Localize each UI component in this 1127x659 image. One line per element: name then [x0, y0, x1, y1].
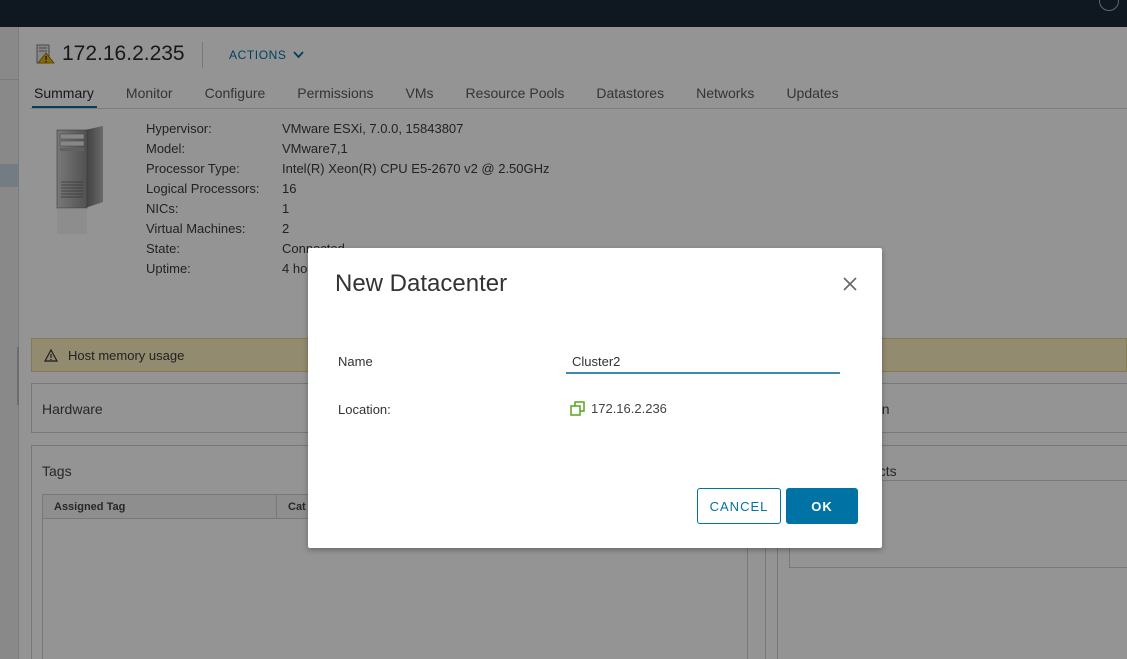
datacenter-location-icon: [570, 401, 585, 416]
location-text: 172.16.2.236: [591, 401, 667, 416]
close-icon[interactable]: [841, 275, 859, 293]
cancel-button[interactable]: CANCEL: [697, 488, 781, 524]
new-datacenter-dialog: New Datacenter Name Location: 172.16.2.2…: [308, 248, 882, 548]
location-label: Location:: [338, 402, 391, 417]
location-value: 172.16.2.236: [570, 401, 667, 416]
dialog-title: New Datacenter: [335, 270, 508, 297]
name-label: Name: [338, 354, 373, 369]
name-input[interactable]: [566, 350, 840, 374]
ok-button[interactable]: OK: [786, 488, 858, 524]
